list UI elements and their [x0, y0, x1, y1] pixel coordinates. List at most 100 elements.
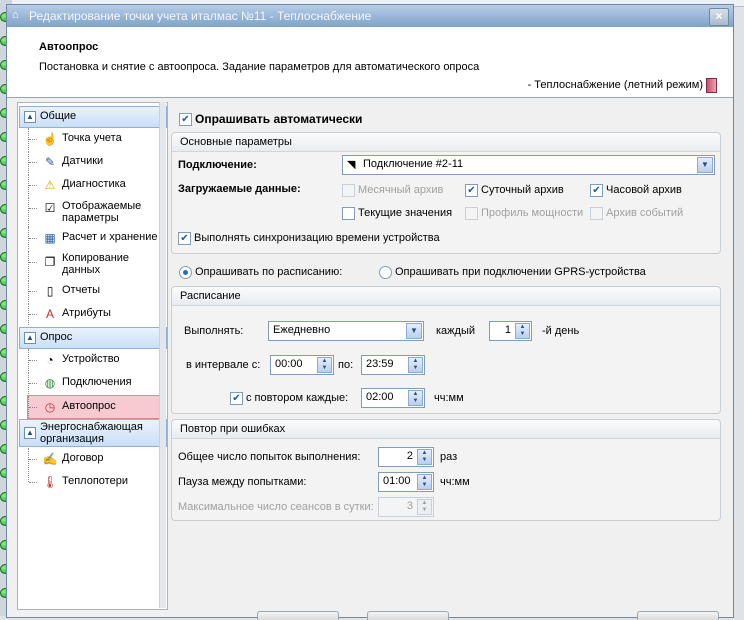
sidebar-item-label: Отчеты	[62, 284, 101, 296]
attempts-stepper[interactable]: 2 ▲ ▼	[378, 447, 434, 467]
sidebar-item-label: Подключения	[62, 376, 132, 388]
nav-group-energy-org[interactable]: ▲ Энергоснабжающая организация	[19, 419, 167, 447]
repeat-time-input[interactable]: 02:00 ▲ ▼	[361, 388, 425, 408]
page-description: Постановка и снятие с автоопроса. Задани…	[39, 61, 480, 73]
gauge-icon: ◔	[46, 353, 54, 367]
run-label: Выполнять:	[184, 325, 244, 337]
sidebar-item-reports[interactable]: ▯ Отчеты	[28, 280, 164, 302]
contract-icon: ✍	[42, 452, 58, 466]
attempts-label: Общее число попыток выполнения:	[178, 451, 361, 463]
sync-time-checkbox[interactable]: ✔	[178, 232, 191, 245]
spin-icon[interactable]: ▲ ▼	[408, 390, 423, 406]
spin-icon[interactable]: ▲ ▼	[515, 323, 530, 339]
hourly-archive-label: Часовой архив	[606, 184, 682, 196]
pause-time-input[interactable]: 01:00 ▲ ▼	[378, 472, 434, 492]
sidebar-item-device[interactable]: ◔ Устройство	[28, 349, 164, 371]
sidebar-item-heat-loss[interactable]: 🌡 Теплопотери	[28, 471, 164, 493]
current-values-label: Текущие значения	[358, 207, 453, 219]
group-title: Повтор при ошибках	[180, 423, 286, 435]
to-label: по:	[338, 359, 354, 371]
chevron-down-icon[interactable]: ▼	[406, 323, 422, 339]
nav-group-label: Энергоснабжающая организация	[40, 421, 143, 445]
sidebar-item-copy-data[interactable]: ❐ Копирование данных	[28, 251, 164, 279]
auto-poll-checkbox[interactable]: ✔	[179, 113, 192, 126]
max-sessions-label: Максимальное число сеансов в сутки:	[178, 501, 374, 513]
collapse-icon[interactable]: ▲	[24, 332, 36, 344]
window-title: Редактирование точки учета италмас №11 -…	[29, 9, 372, 23]
nav-group-label: Опрос	[40, 331, 73, 343]
from-time-input[interactable]: 00:00 ▲ ▼	[270, 355, 334, 375]
document-icon: ▯	[46, 284, 54, 298]
sidebar-item-attributes[interactable]: A Атрибуты	[28, 303, 164, 325]
nav-group-polling[interactable]: ▲ Опрос	[19, 327, 167, 349]
daily-archive-checkbox[interactable]: ✔	[465, 184, 478, 197]
sync-time-label: Выполнять синхронизацию времени устройст…	[194, 232, 440, 244]
hand-icon: ☝	[42, 132, 58, 146]
sidebar-item-label: Автоопрос	[62, 400, 116, 412]
connection-value: Подключение #2-11	[363, 158, 464, 170]
daily-archive-label: Суточный архив	[481, 184, 564, 196]
gprs-radio-label: Опрашивать при подключении GPRS-устройст…	[395, 266, 646, 278]
calculator-icon: ▦	[44, 231, 56, 245]
spin-icon[interactable]: ▲ ▼	[317, 357, 332, 373]
hourly-archive-checkbox[interactable]: ✔	[590, 184, 603, 197]
sidebar-item-sensors[interactable]: ✎ Датчики	[28, 151, 164, 173]
connection-select[interactable]: Подключение #2-11 ◥ ▼	[342, 155, 715, 175]
dialog-window: ⌂ Редактирование точки учета италмас №11…	[6, 4, 734, 620]
every-day-stepper[interactable]: 1 ▲ ▼	[489, 321, 532, 341]
sidebar-nav: ▲ Общие ☝ Точка учета ✎ Датчики ⚠ Диагности…	[17, 102, 168, 610]
repeat-time-value: 02:00	[366, 391, 394, 403]
repeat-checkbox[interactable]: ✔	[230, 392, 243, 405]
spin-icon[interactable]: ▲ ▼	[417, 499, 432, 515]
power-profile-checkbox[interactable]	[465, 207, 478, 220]
sidebar-item-label: Теплопотери	[62, 475, 128, 487]
monthly-archive-checkbox[interactable]	[342, 184, 355, 197]
schedule-radio-label: Опрашивать по расписанию:	[195, 266, 343, 278]
nav-group-general[interactable]: ▲ Общие	[19, 106, 167, 128]
pause-unit: чч:мм	[440, 476, 470, 488]
splitter[interactable]	[159, 102, 166, 608]
sidebar-item-label: Отображаемые параметры	[62, 200, 142, 224]
sidebar-item-label: Атрибуты	[62, 307, 111, 319]
interval-label: в интервале с:	[186, 359, 261, 371]
spin-icon[interactable]: ▲ ▼	[417, 474, 432, 490]
run-value: Ежедневно	[273, 324, 331, 336]
from-time-value: 00:00	[275, 358, 303, 370]
attempts-value: 2	[406, 450, 413, 462]
run-select[interactable]: Ежедневно ▼	[268, 321, 424, 341]
sidebar-item-label: Договор	[62, 452, 104, 464]
sidebar-item-connections[interactable]: ◍ Подключения	[28, 372, 164, 394]
current-values-checkbox[interactable]	[342, 207, 355, 220]
to-time-input[interactable]: 23:59 ▲ ▼	[361, 355, 425, 375]
every-label: каждый	[436, 325, 475, 337]
sidebar-item-diagnostics[interactable]: ⚠ Диагностика	[28, 174, 164, 196]
schedule-group: Расписание Выполнять: Ежедневно ▼ каждый…	[171, 286, 721, 414]
sidebar-item-autopoll[interactable]: ◷ Автоопрос	[27, 395, 165, 419]
connection-icon: ◥	[347, 159, 356, 171]
to-time-value: 23:59	[366, 358, 394, 370]
pause-label: Пауза между попытками:	[178, 476, 307, 488]
sidebar-item-metering-point[interactable]: ☝ Точка учета	[28, 128, 164, 150]
connection-label: Подключение:	[178, 159, 257, 171]
collapse-icon[interactable]: ▲	[24, 427, 36, 439]
gprs-radio[interactable]	[379, 266, 392, 279]
event-archive-checkbox[interactable]	[590, 207, 603, 220]
copy-icon: ❐	[44, 255, 56, 269]
clock-icon: ◷	[44, 400, 56, 414]
schedule-radio[interactable]	[179, 266, 192, 279]
data-label: Загружаемые данные:	[178, 183, 301, 195]
attribute-icon: A	[45, 307, 54, 321]
collapse-icon[interactable]: ▲	[24, 111, 36, 123]
max-sessions-stepper[interactable]: 3 ▲ ▼	[378, 497, 434, 517]
sidebar-item-displayed-params[interactable]: ☑ Отображаемые параметры	[28, 197, 164, 227]
warning-icon: ⚠	[44, 178, 56, 192]
sidebar-item-label: Диагностика	[62, 178, 126, 190]
sidebar-item-calc-storage[interactable]: ▦ Расчет и хранение	[28, 227, 164, 249]
spin-icon[interactable]: ▲ ▼	[417, 449, 432, 465]
nav-group-label: Общие	[40, 110, 77, 122]
close-button[interactable]: ×	[709, 8, 729, 26]
repeat-unit: чч:мм	[434, 392, 464, 404]
spin-icon[interactable]: ▲ ▼	[408, 357, 423, 373]
chevron-down-icon[interactable]: ▼	[697, 157, 713, 173]
sidebar-item-contract[interactable]: ✍ Договор	[28, 448, 164, 470]
